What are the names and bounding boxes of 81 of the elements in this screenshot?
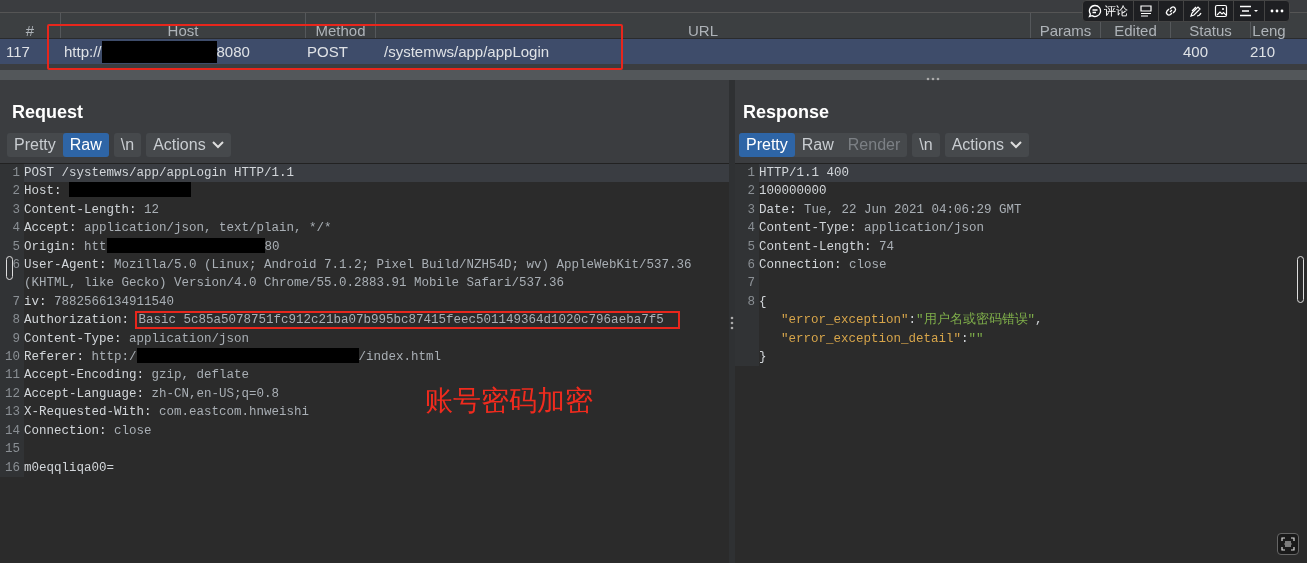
code-line: Accept: application/json, text/plain, */* [24,220,332,238]
code-line: Referer: http:/ [24,349,137,367]
code-line: m0eqqliqa00= [24,459,114,477]
code-line: 100000000 [759,183,827,201]
code-line: 80 [264,238,280,256]
line-number: 8 [0,311,24,330]
line-number: 11 [0,366,24,385]
table-cell: 8080 [216,43,250,60]
table-cell: 117 [6,43,30,60]
code-line: } [759,349,767,367]
column-header[interactable]: Edited [1114,22,1157,39]
line-number: 7 [735,274,759,293]
actions-menu-button[interactable]: Actions [944,133,1030,157]
code-line: Accept-Language: zh-CN,en-US;q=0.8 [24,385,280,403]
list-icon [1139,4,1153,18]
image-icon [1214,4,1228,18]
panel-title: Response [742,101,831,124]
table-cell: 210 [1250,43,1276,60]
table-row[interactable]: 117 http:// 8080 POST /systemws/app/appLogin 400 210 [0,39,1307,64]
view-tab[interactable]: Raw [62,133,109,157]
code-line: "error_exception":"用户名或密码错误", [780,311,1043,330]
line-number: 6 [735,256,759,275]
scan-icon [1281,537,1295,551]
code-line: Content-Type: application/json [759,220,985,238]
actions-menu-button[interactable]: Actions [146,133,231,157]
code-line: { [759,293,767,311]
line-number: 2 [0,182,24,201]
annotation-text: 账号密码加密 [425,383,593,419]
column-header[interactable]: Leng [1252,22,1286,39]
code-line: Authorization: Basic 5c85a5078751fc912c21ba07b995bc87415feec501149364d1020c796aeba7f5 [24,311,680,330]
drag-handle-icon[interactable] [926,77,940,81]
line-number: 1 [735,164,759,183]
code-line: Content-Length: 12 [24,201,160,219]
code-line: Host: [24,183,63,201]
view-tab[interactable]: Raw [794,133,841,157]
scan-button[interactable] [1277,533,1299,555]
table-cell: 400 [1183,43,1209,60]
view-tab[interactable]: Pretty [7,133,63,157]
line-number: 6 [0,256,24,293]
drag-handle-icon[interactable] [730,315,734,330]
column-header[interactable]: Status [1189,22,1232,39]
line-number: 13 [0,403,24,422]
code-line: "error_exception_detail":"" [780,330,984,348]
view-tab[interactable]: Pretty [739,133,795,157]
newline-toggle[interactable]: \n [113,133,142,157]
comment-icon [1088,4,1102,18]
line-number: 2 [735,182,759,201]
line-number: 15 [0,440,24,459]
chevron-down-icon [211,141,224,149]
column-header[interactable]: URL [688,22,718,39]
column-header[interactable]: Host [167,22,199,39]
column-header[interactable]: # [25,22,35,39]
code-line: Content-Type: application/json [24,330,250,348]
align-icon [1239,4,1259,18]
more-icon [1270,9,1284,13]
code-line: /index.html [358,349,442,367]
column-header[interactable]: Method [315,22,366,39]
code-line: iv: 7882566134911540 [24,293,175,311]
table-cell: http:// [64,43,102,60]
chevron-down-icon [1010,141,1023,149]
link-icon [1164,4,1178,18]
line-number: 4 [735,219,759,238]
column-header[interactable]: Params [1039,22,1092,39]
code-line: User-Agent: Mozilla/5.0 (Linux; Android 7.1.2; Pixel Build/NZH54D; wv) AppleWebKit/537.36 (KHTML, like Gecko) Version/4.0 Chrome/55.0.2883.91 Mobile Safari/537.36 [24,257,693,293]
panel-title: Request [11,101,84,124]
line-number: 4 [0,219,24,238]
code-line: Content-Length: 74 [759,238,895,256]
code-line: X-Requested-With: com.eastcom.hnweishi [24,404,310,422]
pen-icon [1189,4,1203,18]
code-line: Origin: htt [24,238,107,256]
code-line: Connection: close [24,422,152,440]
newline-toggle[interactable]: \n [912,133,940,157]
table-cell: POST [307,43,348,60]
line-number: 1 [0,164,24,183]
line-number: 10 [0,348,24,367]
code-line: HTTP/1.1 400 [759,165,849,182]
table-cell: /systemws/app/appLogin [384,43,550,60]
code-line: Connection: close [759,257,887,275]
code-line: Accept-Encoding: gzip, deflate [24,367,250,385]
code-line: POST /systemws/app/appLogin HTTP/1.1 [24,165,295,182]
code-line: Date: Tue, 22 Jun 2021 04:06:29 GMT [759,201,1022,219]
